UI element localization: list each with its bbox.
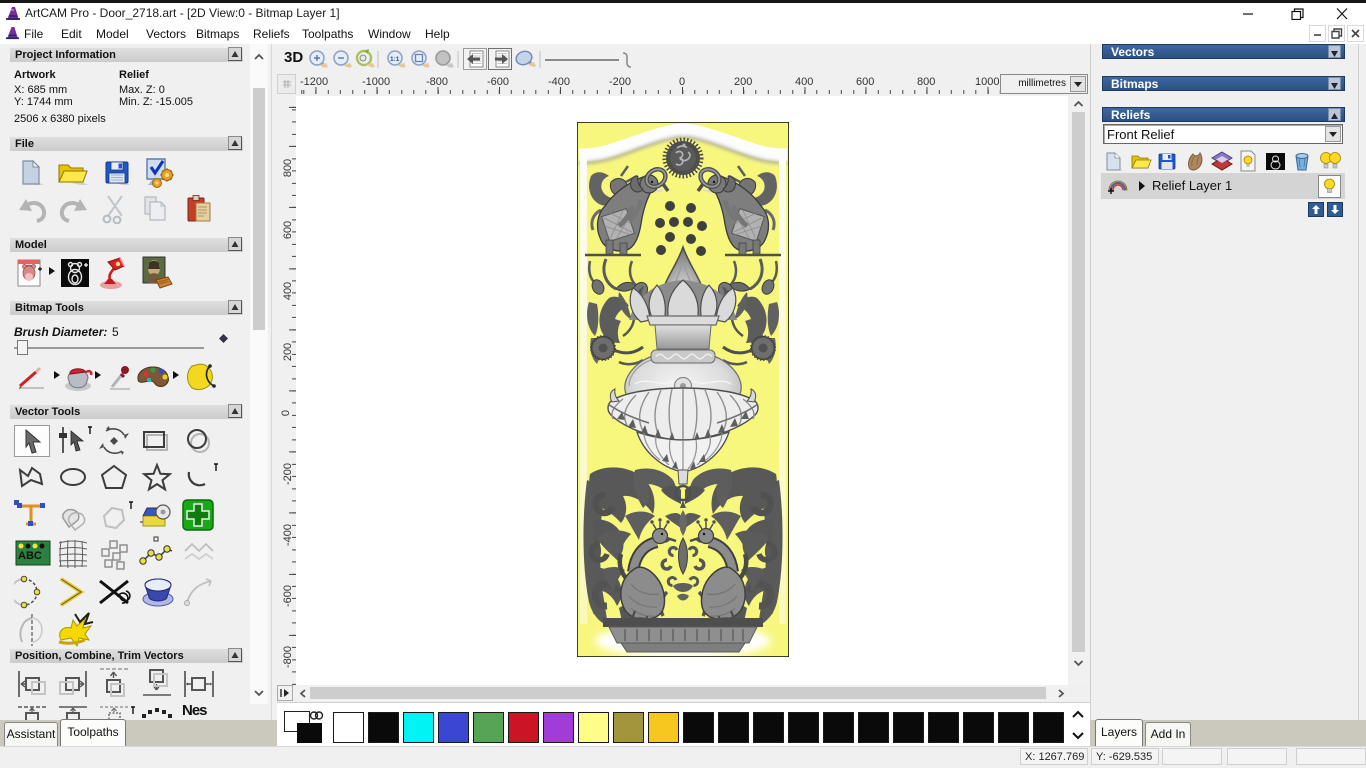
- svg-text:ABC: ABC: [18, 550, 42, 562]
- svg-text:1:1: 1:1: [390, 56, 400, 63]
